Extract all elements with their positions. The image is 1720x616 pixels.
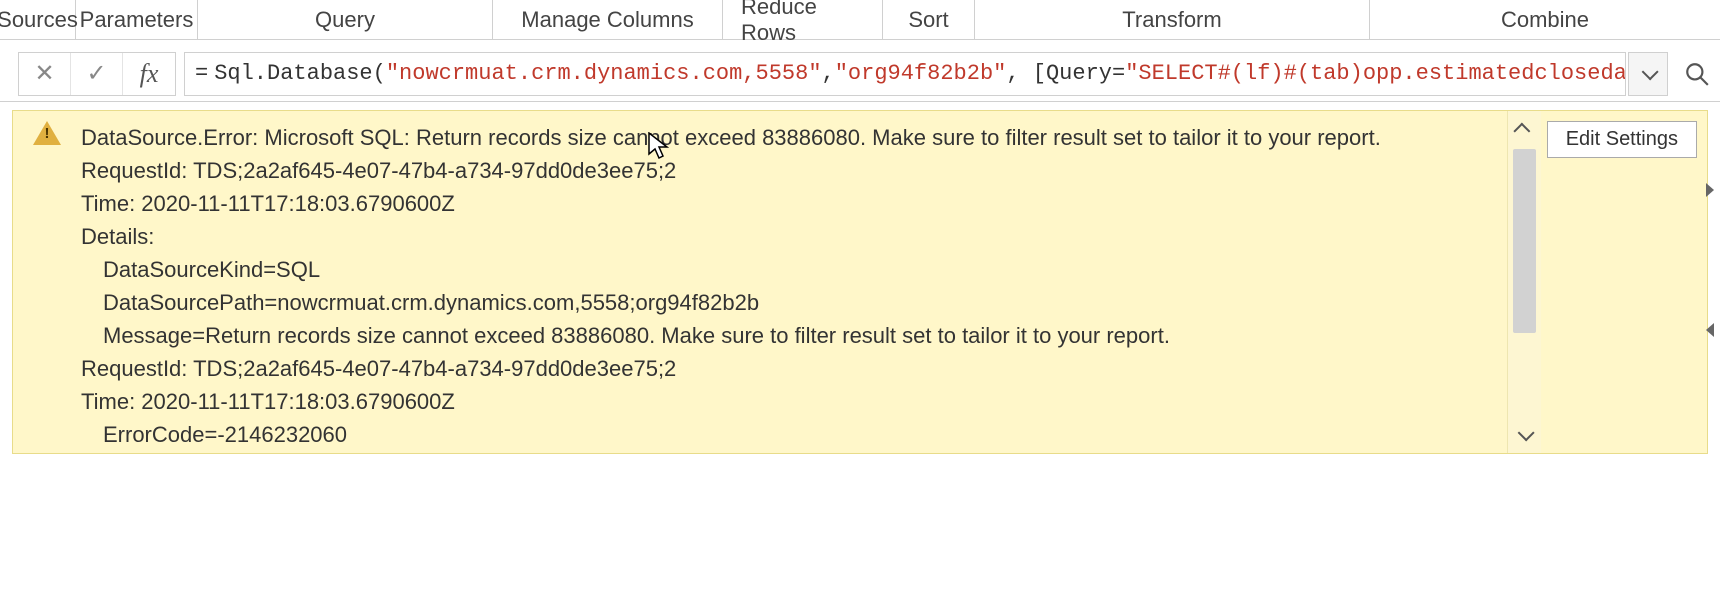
ribbon-group-query[interactable]: Query: [198, 0, 493, 39]
side-collapse-arrows: [1700, 120, 1720, 400]
ribbon-group-parameters[interactable]: Parameters: [76, 0, 198, 39]
error-line-8: RequestId: TDS;2a2af645-4e07-47b4-a734-9…: [81, 352, 1503, 385]
error-line-7: Message=Return records size cannot excee…: [81, 319, 1503, 352]
formula-str1: "nowcrmuat.crm.dynamics.com,5558": [386, 61, 822, 86]
error-icon-column: [13, 111, 81, 453]
formula-sep1: ,: [822, 61, 835, 86]
ribbon-group-transform[interactable]: Transform: [975, 0, 1370, 39]
arrow-right-icon: [1706, 183, 1714, 197]
chevron-down-icon: [1642, 63, 1659, 80]
error-line-3: Time: 2020-11-11T17:18:03.6790600Z: [81, 187, 1503, 220]
scroll-down-button[interactable]: [1508, 417, 1541, 453]
fx-button[interactable]: fx: [123, 53, 175, 95]
formula-fn: Sql.Database: [214, 61, 372, 86]
accept-button[interactable]: ✓: [71, 53, 123, 95]
error-line-5: DataSourceKind=SQL: [81, 253, 1503, 286]
ribbon-group-reduce-rows[interactable]: Reduce Rows: [723, 0, 883, 39]
error-line-6: DataSourcePath=nowcrmuat.crm.dynamics.co…: [81, 286, 1503, 319]
equals-sign: =: [195, 61, 208, 86]
formula-sep2: , [: [1006, 61, 1046, 86]
collapse-right-button[interactable]: [1700, 260, 1720, 400]
formula-input[interactable]: = Sql.Database ( "nowcrmuat.crm.dynamics…: [184, 52, 1626, 96]
ribbon-group-sort[interactable]: Sort: [883, 0, 975, 39]
formula-bar: ✕ ✓ fx = Sql.Database ( "nowcrmuat.crm.d…: [0, 46, 1720, 102]
chevron-up-icon: [1514, 123, 1531, 140]
error-panel: DataSource.Error: Microsoft SQL: Return …: [12, 110, 1708, 454]
formula-open: (: [373, 61, 386, 86]
scroll-up-button[interactable]: [1508, 111, 1541, 147]
formula-param: Query=: [1046, 61, 1125, 86]
formula-str3: "SELECT#(lf)#(tab)opp.estimatedclosedate: [1125, 61, 1626, 86]
cancel-button[interactable]: ✕: [19, 53, 71, 95]
error-line-9: Time: 2020-11-11T17:18:03.6790600Z: [81, 385, 1503, 418]
error-scrollbar[interactable]: [1507, 111, 1541, 453]
search-icon: [1684, 61, 1710, 87]
formula-str2: "org94f82b2b": [835, 61, 1007, 86]
error-line-1: DataSource.Error: Microsoft SQL: Return …: [81, 121, 1503, 154]
ribbon-group-manage-columns[interactable]: Manage Columns: [493, 0, 723, 39]
scroll-thumb[interactable]: [1513, 149, 1536, 333]
error-line-4: Details:: [81, 220, 1503, 253]
ribbon-group-combine[interactable]: Combine: [1370, 0, 1720, 39]
ribbon: Sources Parameters Query Manage Columns …: [0, 0, 1720, 40]
error-line-2: RequestId: TDS;2a2af645-4e07-47b4-a734-9…: [81, 154, 1503, 187]
edit-settings-button[interactable]: Edit Settings: [1547, 121, 1697, 158]
formula-expand-button[interactable]: [1628, 52, 1668, 96]
search-button[interactable]: [1674, 52, 1720, 96]
warning-icon: [33, 121, 61, 145]
formula-bar-controls: ✕ ✓ fx: [18, 52, 176, 96]
collapse-left-button[interactable]: [1700, 120, 1720, 260]
chevron-down-icon: [1518, 424, 1535, 441]
arrow-left-icon: [1706, 323, 1714, 337]
error-message: DataSource.Error: Microsoft SQL: Return …: [81, 111, 1507, 453]
error-line-10: ErrorCode=-2146232060: [81, 418, 1503, 451]
ribbon-group-sources[interactable]: Sources: [0, 0, 76, 39]
